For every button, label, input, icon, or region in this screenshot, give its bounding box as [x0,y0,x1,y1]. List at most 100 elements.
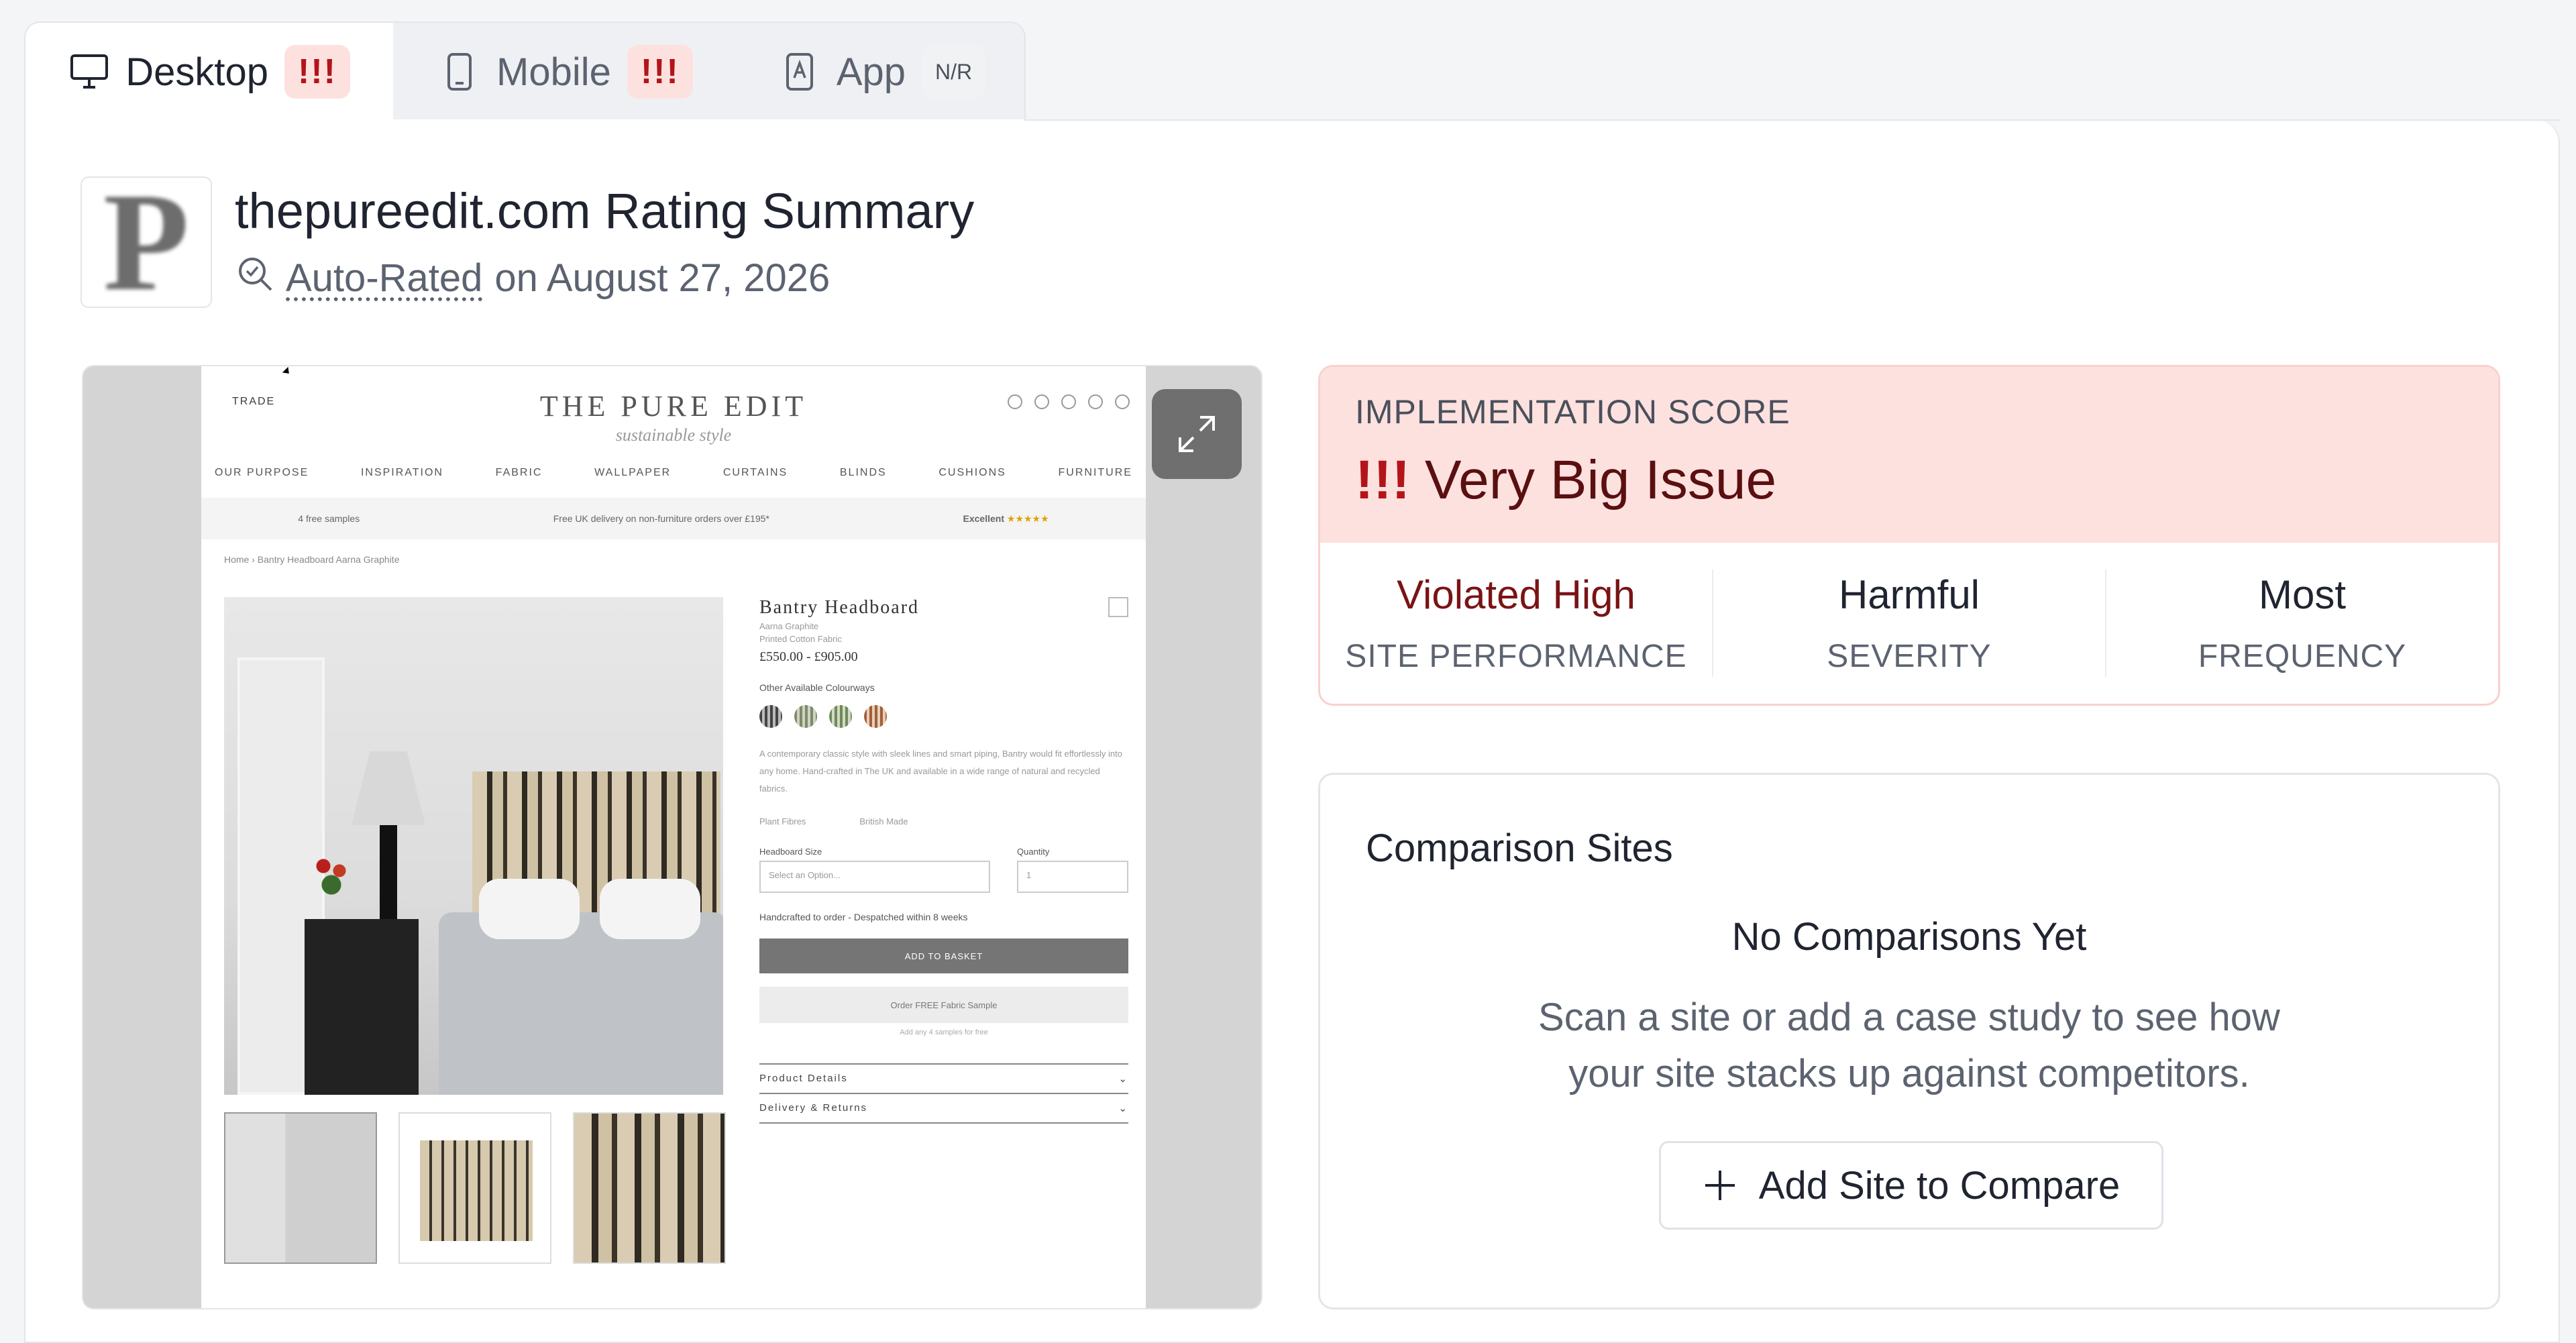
comparison-sites-card: Comparison Sites No Comparisons Yet Scan… [1318,773,2500,1309]
add-site-to-compare-button[interactable]: Add Site to Compare [1659,1141,2163,1230]
thumbnail [573,1112,726,1264]
tab-desktop-label: Desktop [125,50,269,94]
site-tagline: sustainable style [615,425,732,445]
product-material: Printed Cotton Fabric [759,634,842,644]
metric-label: SEVERITY [1827,639,1992,674]
site-nav-item: FABRIC [495,467,543,478]
accordion-delivery-returns: Delivery & Returns ⌄ [759,1094,1128,1124]
metric-value: Violated High [1397,572,1635,617]
score-value: !!! Very Big Issue [1355,449,2463,512]
app-icon [779,51,820,93]
accordion-product-details: Product Details ⌄ [759,1065,1128,1094]
thumbnail [398,1112,551,1264]
score-text: Very Big Issue [1424,449,1777,511]
site-nav: OUR PURPOSE INSPIRATION FABRIC WALLPAPER… [215,467,1132,479]
product-accordions: Product Details ⌄ Delivery & Returns ⌄ [759,1063,1128,1124]
tab-app[interactable]: App N/R [736,23,1028,121]
empty-state-line: Scan a site or add a case study to see h… [1538,996,2280,1039]
colourways-label: Other Available Colourways [759,682,875,693]
add-site-label: Add Site to Compare [1758,1163,2121,1207]
sample-note: Add any 4 samples for free [900,1028,988,1036]
feature-british-made: British Made [859,816,908,826]
plus-icon [1705,1171,1735,1200]
tab-desktop[interactable]: Desktop !!! [25,23,393,121]
tab-mobile-label: Mobile [496,50,611,94]
tab-mobile[interactable]: Mobile !!! [393,23,736,121]
size-label: Headboard Size [759,847,822,857]
usp-rating: Excellent ★★★★★ [963,513,1049,524]
product-main-image [224,597,723,1095]
size-field: Headboard Size Select an Option... [759,847,990,893]
auto-rate-icon [235,254,274,302]
screenshot-page: TRADE THE PURE EDIT sustainable style OU… [201,366,1146,1308]
comparison-title: Comparison Sites [1366,826,1673,870]
product-colour: Aarna Graphite [759,621,819,631]
metric-label: FREQUENCY [2198,639,2407,674]
site-logo: P [80,176,212,308]
severity-indicator: !!! [1355,449,1410,511]
site-nav-item: WALLPAPER [594,467,672,478]
empty-state-description: Scan a site or add a case study to see h… [1320,989,2498,1102]
empty-state-line: your site stacks up against competitors. [1568,1052,2250,1095]
metric-label: SITE PERFORMANCE [1345,639,1687,674]
site-nav-item: INSPIRATION [360,467,443,478]
star-rating: ★★★★★ [1006,513,1049,524]
thumbnail [224,1112,377,1264]
add-to-basket-button: ADD TO BASKET [759,938,1128,973]
wishlist-icon [1108,597,1128,617]
logo-letter: P [103,176,190,308]
size-select: Select an Option... [759,861,990,893]
empty-state-title: No Comparisons Yet [1731,915,2087,959]
metric-frequency: Most FREQUENCY [2106,570,2498,677]
expand-icon [1179,416,1215,452]
expand-screenshot-button[interactable] [1152,389,1242,479]
metric-site-performance: Violated High SITE PERFORMANCE [1320,570,1713,677]
quantity-input: 1 [1017,861,1128,893]
quantity-field: Quantity 1 [1017,847,1128,893]
product-features: Plant Fibres British Made [759,816,1128,826]
quantity-label: Quantity [1017,847,1050,857]
product-thumbnails [224,1112,726,1264]
page-title: thepureedit.com Rating Summary [235,183,975,239]
tab-app-badge: N/R [922,45,986,99]
shipping-note: Handcrafted to order - Despatched within… [759,912,968,922]
site-nav-item: CURTAINS [722,467,788,478]
usp-samples: 4 free samples [298,513,360,524]
product-description: A contemporary classic style with sleek … [759,749,1122,794]
score-header: IMPLEMENTATION SCORE !!! Very Big Issue [1320,367,2498,543]
order-sample-button: Order FREE Fabric Sample [759,987,1128,1023]
site-usp-strip: 4 free samples Free UK delivery on non-f… [201,498,1146,539]
metric-severity: Harmful SEVERITY [1713,570,2106,677]
product-info: Bantry Headboard Aarna Graphite Printed … [759,597,1128,1124]
score-metrics: Violated High SITE PERFORMANCE Harmful S… [1320,543,2498,704]
site-nav-item: FURNITURE [1058,467,1132,478]
site-nav-item: OUR PURPOSE [215,467,309,478]
feature-plant-fibres: Plant Fibres [759,816,806,826]
tab-app-label: App [836,50,906,94]
score-label: IMPLEMENTATION SCORE [1355,393,1790,431]
panel-border [1024,119,2560,121]
cursor-icon [282,366,292,377]
colour-swatches [759,705,1128,728]
site-breadcrumb: Home › Bantry Headboard Aarna Graphite [224,554,400,565]
tab-mobile-badge: !!! [627,45,693,99]
auto-rated-link[interactable]: Auto-Rated [286,256,482,301]
mobile-icon [439,51,480,93]
site-nav-item: CUSHIONS [938,467,1006,478]
rated-date: on August 27, 2026 [494,256,830,300]
site-nav-item: BLINDS [839,467,887,478]
platform-tabs: Desktop !!! Mobile !!! App N/R [24,21,1026,121]
tab-desktop-badge: !!! [284,45,350,99]
usp-delivery: Free UK delivery on non-furniture orders… [553,513,769,524]
desktop-icon [68,51,109,93]
product-options: Headboard Size Select an Option... Quant… [759,847,1128,893]
rated-info: Auto-Rated on August 27, 2026 [235,254,830,302]
site-brand: THE PURE EDIT [539,390,808,423]
metric-value: Harmful [1838,572,1980,617]
implementation-score-card: IMPLEMENTATION SCORE !!! Very Big Issue … [1318,365,2500,706]
product-name: Bantry Headboard [759,597,920,618]
metric-value: Most [2258,572,2347,617]
product-price: £550.00 - £905.00 [759,649,858,664]
site-header-icons [1008,394,1130,409]
site-screenshot-preview[interactable]: TRADE THE PURE EDIT sustainable style OU… [82,365,1263,1309]
